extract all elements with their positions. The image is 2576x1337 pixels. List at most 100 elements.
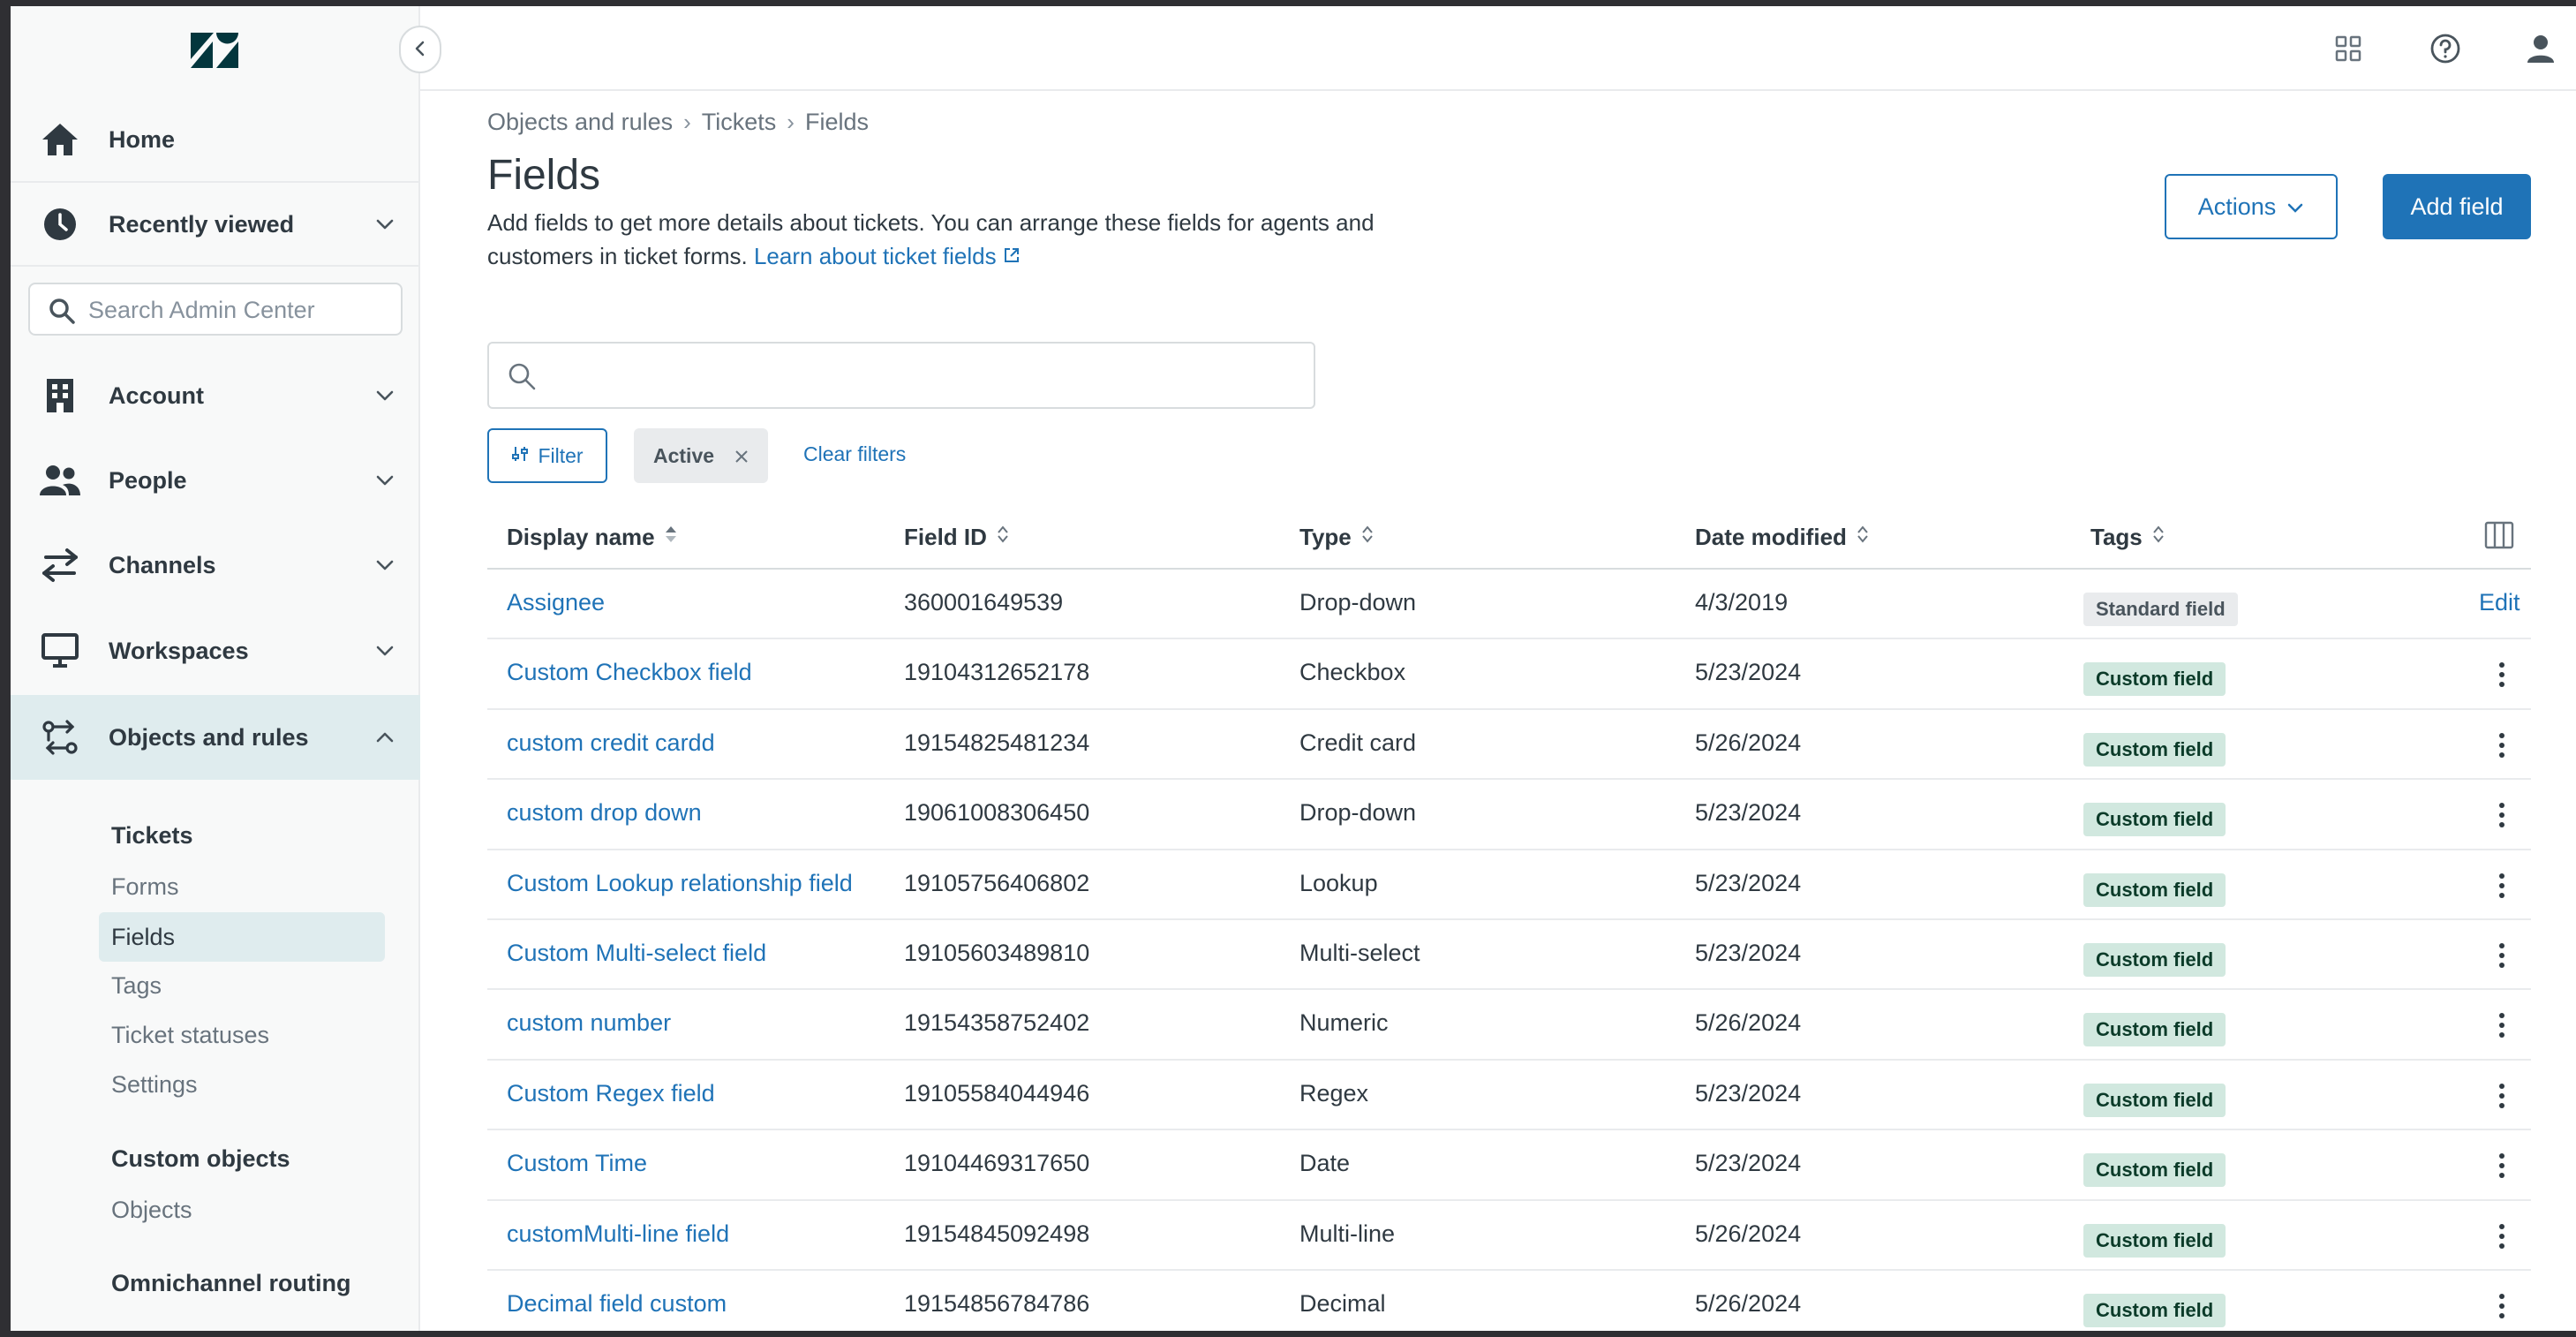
breadcrumb-objects-and-rules[interactable]: Objects and rules <box>487 109 673 136</box>
sidebar-section-omnichannel-routing[interactable]: Omnichannel routing <box>111 1270 351 1297</box>
breadcrumb-fields: Fields <box>804 109 869 135</box>
field-id: 19154358752402 <box>904 1009 1090 1037</box>
sidebar-subitem-fields[interactable]: Fields <box>99 912 385 962</box>
field-name-link[interactable]: Custom Time <box>507 1150 647 1177</box>
overflow-menu-icon[interactable] <box>2486 1219 2518 1254</box>
field-tag-badge: Custom field <box>2083 942 2226 977</box>
field-name-link[interactable]: customMulti-line field <box>507 1220 729 1248</box>
admin-search-field[interactable] <box>28 283 403 336</box>
chevron-down-icon <box>373 553 397 578</box>
table-row: custom number 19154358752402 Numeric 5/26/2… <box>487 990 2531 1061</box>
sidebar-subitem-forms[interactable]: Forms <box>111 873 179 901</box>
field-name-link[interactable]: Custom Regex field <box>507 1080 715 1107</box>
chevron-up-icon <box>373 725 397 750</box>
help-icon[interactable] <box>2426 29 2465 68</box>
breadcrumb-tickets[interactable]: Tickets <box>702 109 777 136</box>
field-type: Regex <box>1299 1079 1369 1107</box>
field-name-link[interactable]: Assignee <box>507 589 605 616</box>
chevron-right-icon: › <box>787 109 795 135</box>
column-display-name[interactable]: Display name <box>507 524 678 551</box>
sidebar-item-people[interactable]: People <box>11 438 420 523</box>
building-icon <box>39 374 81 417</box>
filter-button[interactable]: Filter <box>487 428 607 483</box>
monitor-icon <box>39 630 81 672</box>
top-bar <box>420 6 2576 91</box>
add-field-button[interactable]: Add field <box>2383 174 2531 239</box>
overflow-menu-icon[interactable] <box>2486 938 2518 973</box>
admin-search-input[interactable] <box>88 293 388 327</box>
columns-icon[interactable] <box>2484 520 2516 552</box>
field-name-link[interactable]: Custom Lookup relationship field <box>507 870 853 897</box>
field-tag-badge: Custom field <box>2083 1223 2226 1258</box>
sidebar-section-tickets[interactable]: Tickets <box>111 822 193 850</box>
column-type[interactable]: Type <box>1299 524 1375 551</box>
page-description: Add fields to get more details about tic… <box>487 206 1405 273</box>
field-name-link[interactable]: Custom Checkbox field <box>507 659 752 686</box>
user-icon[interactable] <box>2521 29 2560 68</box>
field-type: Numeric <box>1299 1009 1389 1037</box>
sidebar-subitem-ticket-statuses[interactable]: Ticket statuses <box>111 1022 269 1049</box>
overflow-menu-icon[interactable] <box>2486 1288 2518 1324</box>
column-date-modified[interactable]: Date modified <box>1695 524 1870 551</box>
fields-search-input[interactable] <box>551 358 1292 395</box>
field-name-link[interactable]: custom credit cardd <box>507 729 715 757</box>
table-row: Custom Time 19104469317650 Date 5/23/2024 Cu… <box>487 1130 2531 1201</box>
zendesk-logo[interactable] <box>191 33 238 68</box>
overflow-menu-icon[interactable] <box>2486 797 2518 833</box>
overflow-menu-icon[interactable] <box>2486 1008 2518 1043</box>
field-type: Drop-down <box>1299 589 1417 616</box>
learn-about-ticket-fields-link[interactable]: Learn about ticket fields <box>754 243 1021 269</box>
sidebar-section-custom-objects[interactable]: Custom objects <box>111 1145 290 1173</box>
clear-filters-button[interactable]: Clear filters <box>803 442 906 466</box>
overflow-menu-icon[interactable] <box>2486 1078 2518 1114</box>
chevron-down-icon <box>373 212 397 237</box>
sidebar-item-recently-viewed[interactable]: Recently viewed <box>11 182 420 267</box>
external-link-icon <box>1003 243 1021 269</box>
field-tag-badge: Custom field <box>2083 1083 2226 1117</box>
sidebar-item-channels[interactable]: Channels <box>11 523 420 608</box>
close-icon[interactable] <box>733 447 750 465</box>
overflow-menu-icon[interactable] <box>2486 868 2518 903</box>
chevron-down-icon <box>373 638 397 663</box>
chevron-down-icon <box>2286 193 2304 221</box>
fields-search-field[interactable] <box>487 342 1315 409</box>
chevron-down-icon <box>373 383 397 408</box>
table-row: custom credit cardd 19154825481234 Credit … <box>487 710 2531 781</box>
overflow-menu-icon[interactable] <box>2486 1148 2518 1183</box>
field-tag-badge: Custom field <box>2083 732 2226 767</box>
sidebar-subitem-settings[interactable]: Settings <box>111 1071 198 1099</box>
edit-link[interactable]: Edit <box>2479 589 2520 616</box>
sidebar-subitem-tags[interactable]: Tags <box>111 972 162 1000</box>
date-modified: 5/26/2024 <box>1695 1289 1802 1317</box>
apps-grid-icon[interactable] <box>2329 29 2368 68</box>
breadcrumb: Objects and rules › Tickets › Fields <box>487 109 869 136</box>
field-name-link[interactable]: Decimal field custom <box>507 1290 727 1318</box>
sidebar-item-home[interactable]: Home <box>11 97 420 182</box>
sort-icon <box>1856 524 1870 551</box>
table-row: Assignee 360001649539 Drop-down 4/3/2019 Sta… <box>487 570 2531 640</box>
sidebar-item-objects-and-rules[interactable]: Objects and rules <box>11 695 420 780</box>
column-field-id[interactable]: Field ID <box>904 524 1010 551</box>
field-tag-badge: Custom field <box>2083 1013 2226 1047</box>
column-tags[interactable]: Tags <box>2090 524 2165 551</box>
active-filter-chip[interactable]: Active <box>634 428 768 483</box>
actions-button[interactable]: Actions <box>2165 174 2338 239</box>
sidebar-item-label: Account <box>109 381 204 409</box>
field-name-link[interactable]: custom drop down <box>507 799 702 827</box>
sidebar-item-workspaces[interactable]: Workspaces <box>11 608 420 693</box>
sidebar-item-account[interactable]: Account <box>11 353 420 438</box>
collapse-sidebar-button[interactable] <box>399 26 441 73</box>
field-name-link[interactable]: Custom Multi-select field <box>507 940 766 967</box>
overflow-menu-icon[interactable] <box>2486 657 2518 692</box>
field-type: Multi-select <box>1299 939 1420 966</box>
overflow-menu-icon[interactable] <box>2486 728 2518 763</box>
field-id: 19105756406802 <box>904 869 1090 896</box>
field-id: 360001649539 <box>904 589 1064 616</box>
field-tag-badge: Custom field <box>2083 803 2226 837</box>
admin-center-window: Home Recently viewed Account People Channels… <box>11 6 2576 1331</box>
field-type: Drop-down <box>1299 799 1417 827</box>
table-row: Custom Multi-select field 19105603489810 M… <box>487 920 2531 991</box>
sidebar-subitem-objects[interactable]: Objects <box>111 1197 192 1224</box>
field-name-link[interactable]: custom number <box>507 1009 671 1037</box>
chevron-down-icon <box>373 468 397 493</box>
